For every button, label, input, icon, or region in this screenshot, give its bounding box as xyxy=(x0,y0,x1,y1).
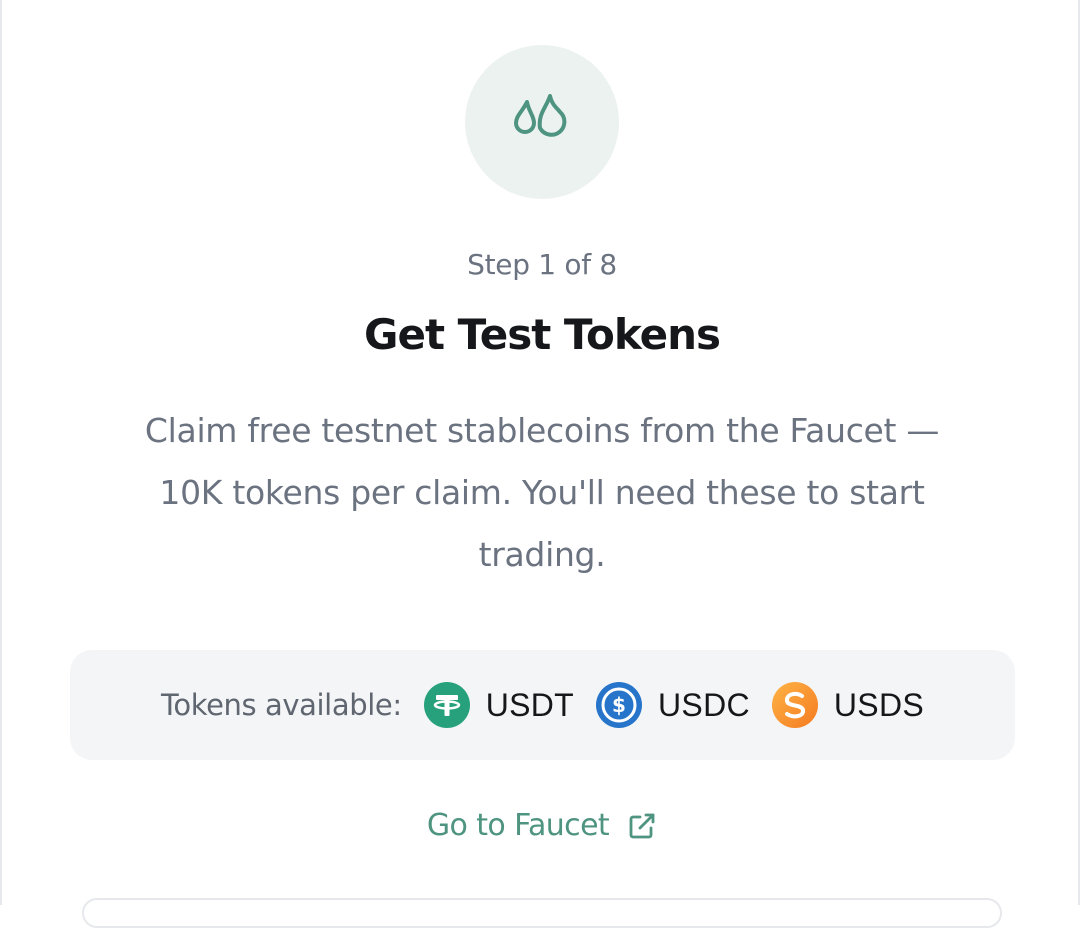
token-name: USDT xyxy=(485,686,575,723)
usdc-icon: $ xyxy=(596,682,643,728)
droplets-icon xyxy=(514,94,567,137)
external-link-icon xyxy=(627,811,657,841)
usdt-icon xyxy=(423,682,470,728)
token-name: USDC xyxy=(658,686,750,723)
tokens-available-panel: Tokens available: USDT $ USDC USDS xyxy=(70,650,1015,760)
step-icon-badge xyxy=(465,45,619,199)
token-name: USDS xyxy=(833,686,924,723)
step-description: Claim free testnet stablecoins from the … xyxy=(144,411,940,574)
next-section-card xyxy=(82,898,1002,928)
go-to-faucet-link[interactable]: Go to Faucet xyxy=(2,808,1080,843)
svg-text:$: $ xyxy=(612,693,626,717)
onboarding-card: Step 1 of 8 Get Test Tokens Claim free t… xyxy=(0,0,1080,928)
token-usds: USDS xyxy=(771,682,924,728)
token-usdc: $ USDC xyxy=(596,682,750,728)
usds-icon xyxy=(771,682,818,728)
page-title: Get Test Tokens xyxy=(363,310,721,359)
token-usdt: USDT xyxy=(423,682,575,728)
step-indicator: Step 1 of 8 xyxy=(467,248,617,281)
tokens-label: Tokens available: xyxy=(160,688,402,722)
go-to-faucet-label: Go to Faucet xyxy=(426,808,610,843)
